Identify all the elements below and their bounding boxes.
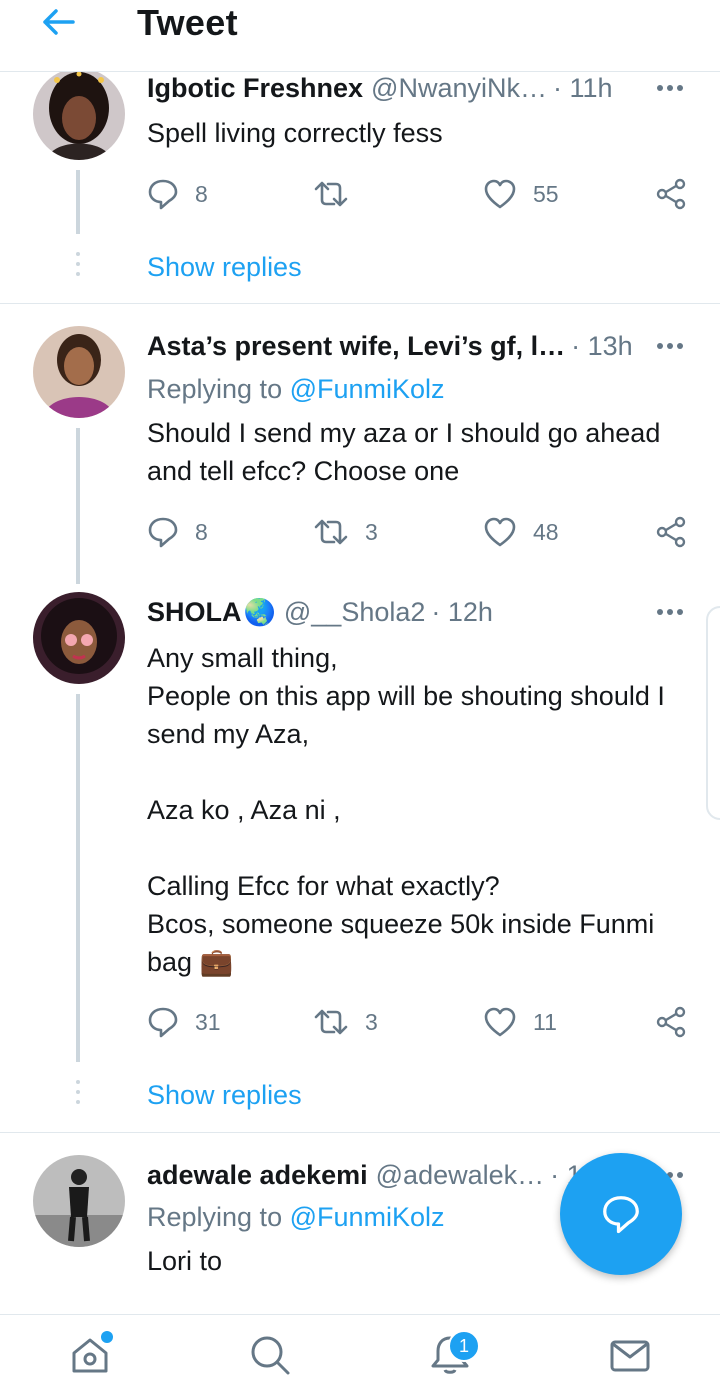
share-icon: [656, 516, 686, 548]
retweet-icon: [314, 1009, 348, 1035]
retweet-count: 3: [365, 518, 378, 545]
retweet-icon: [314, 519, 348, 545]
tweet-header: adewale adekemi @adewalek… · 1: [147, 1155, 582, 1195]
reply-count: 8: [195, 180, 208, 207]
reply-icon: [148, 517, 178, 548]
tweet-text: Should I send my aza or I should go ahea…: [147, 418, 661, 486]
user-handle[interactable]: @adewalek…: [376, 1160, 545, 1191]
tweet-actions: 8 55: [147, 176, 692, 212]
share-action[interactable]: [655, 176, 687, 212]
more-button[interactable]: [652, 68, 688, 108]
reply-action[interactable]: 8: [147, 514, 208, 550]
like-icon: [484, 1007, 516, 1037]
share-icon: [656, 1006, 686, 1038]
timestamp: · 11h: [552, 72, 613, 103]
share-action[interactable]: [655, 514, 687, 550]
page-title: Tweet: [137, 2, 238, 43]
back-arrow-icon: [43, 9, 75, 35]
tab-messages[interactable]: [600, 1327, 660, 1383]
divider: [0, 303, 720, 304]
avatar[interactable]: [33, 68, 125, 160]
timestamp: · 13h: [571, 330, 633, 361]
divider: [0, 1132, 720, 1133]
user-handle[interactable]: @__Shola2: [284, 597, 426, 628]
home-new-indicator: [101, 1331, 113, 1343]
reply-count: 31: [195, 1008, 221, 1035]
retweet-action[interactable]: 3: [313, 1004, 378, 1040]
like-count: 48: [533, 518, 559, 545]
more-button[interactable]: [652, 326, 688, 366]
display-name[interactable]: SHOLA: [147, 597, 242, 628]
tweet-header: Igbotic Freshnex @NwanyiNk… · 11h: [147, 68, 613, 108]
thread-line: [76, 694, 80, 1062]
like-action[interactable]: 11: [483, 1004, 557, 1040]
share-action[interactable]: [655, 1004, 687, 1040]
search-icon: [251, 1336, 290, 1375]
mention-link[interactable]: @FunmiKolz: [290, 1202, 445, 1232]
briefcase-emoji: 💼: [199, 947, 234, 977]
tweet-actions: 8 3 48: [147, 514, 692, 550]
retweet-icon: [314, 181, 348, 207]
compose-reply-icon: [603, 1196, 639, 1234]
reply-action[interactable]: 31: [147, 1004, 221, 1040]
like-count: 55: [533, 180, 559, 207]
thread-dots: [75, 1080, 81, 1104]
scroll-indicator: [706, 606, 720, 820]
more-icon: [657, 85, 663, 91]
like-action[interactable]: 55: [483, 176, 559, 212]
show-replies-link[interactable]: Show replies: [147, 252, 302, 283]
thread-dots: [75, 252, 81, 276]
reply-count: 8: [195, 518, 208, 545]
more-icon: [657, 343, 663, 349]
reply-action[interactable]: 8: [147, 176, 208, 212]
retweet-action[interactable]: [313, 176, 365, 212]
tab-search[interactable]: [240, 1327, 300, 1383]
tweet-text: Spell living correctly fess: [147, 118, 443, 148]
back-button[interactable]: [36, 2, 80, 42]
like-icon: [484, 179, 516, 209]
thread-line: [76, 170, 80, 234]
more-icon: [657, 609, 663, 615]
user-handle[interactable]: @NwanyiNk…: [371, 73, 547, 104]
retweet-action[interactable]: 3: [313, 514, 378, 550]
replying-to-label: Replying to: [147, 374, 290, 404]
mail-icon: [610, 1340, 650, 1372]
tweet-header: Asta’s present wife, Levi’s gf, l… · 13h: [147, 326, 633, 366]
replying-to: Replying to @FunmiKolz: [147, 374, 445, 405]
replying-to-label: Replying to: [147, 1202, 290, 1232]
tweet-text: Any small thing, People on this app will…: [147, 639, 695, 981]
like-action[interactable]: 48: [483, 514, 559, 550]
more-button[interactable]: [652, 592, 688, 632]
timestamp: · 12h: [431, 596, 493, 627]
notification-badge: 1: [448, 1330, 480, 1362]
reply-icon: [148, 179, 178, 210]
thread-line: [76, 428, 80, 584]
display-name[interactable]: adewale adekemi: [147, 1160, 368, 1191]
display-name[interactable]: Igbotic Freshnex: [147, 73, 363, 104]
share-icon: [656, 178, 686, 210]
tweet-actions: 31 3 11: [147, 1004, 692, 1040]
replying-to: Replying to @FunmiKolz: [147, 1202, 445, 1233]
tweet-header: SHOLA 🌏 @__Shola2 · 12h: [147, 592, 493, 632]
reply-icon: [148, 1007, 178, 1038]
tweet-text-body: Any small thing, People on this app will…: [147, 643, 665, 977]
retweet-count: 3: [365, 1008, 378, 1035]
like-count: 11: [533, 1008, 557, 1035]
display-name[interactable]: Asta’s present wife, Levi’s gf, l…: [147, 331, 565, 362]
bottom-nav: [0, 1314, 720, 1392]
like-icon: [484, 517, 516, 547]
avatar[interactable]: [33, 592, 125, 684]
compose-reply-button[interactable]: [560, 1153, 682, 1275]
avatar[interactable]: [33, 1155, 125, 1247]
show-replies-link[interactable]: Show replies: [147, 1080, 302, 1111]
avatar[interactable]: [33, 326, 125, 418]
mention-link[interactable]: @FunmiKolz: [290, 374, 445, 404]
top-bar: Tweet: [0, 0, 720, 72]
globe-emoji: 🌏: [243, 596, 276, 627]
